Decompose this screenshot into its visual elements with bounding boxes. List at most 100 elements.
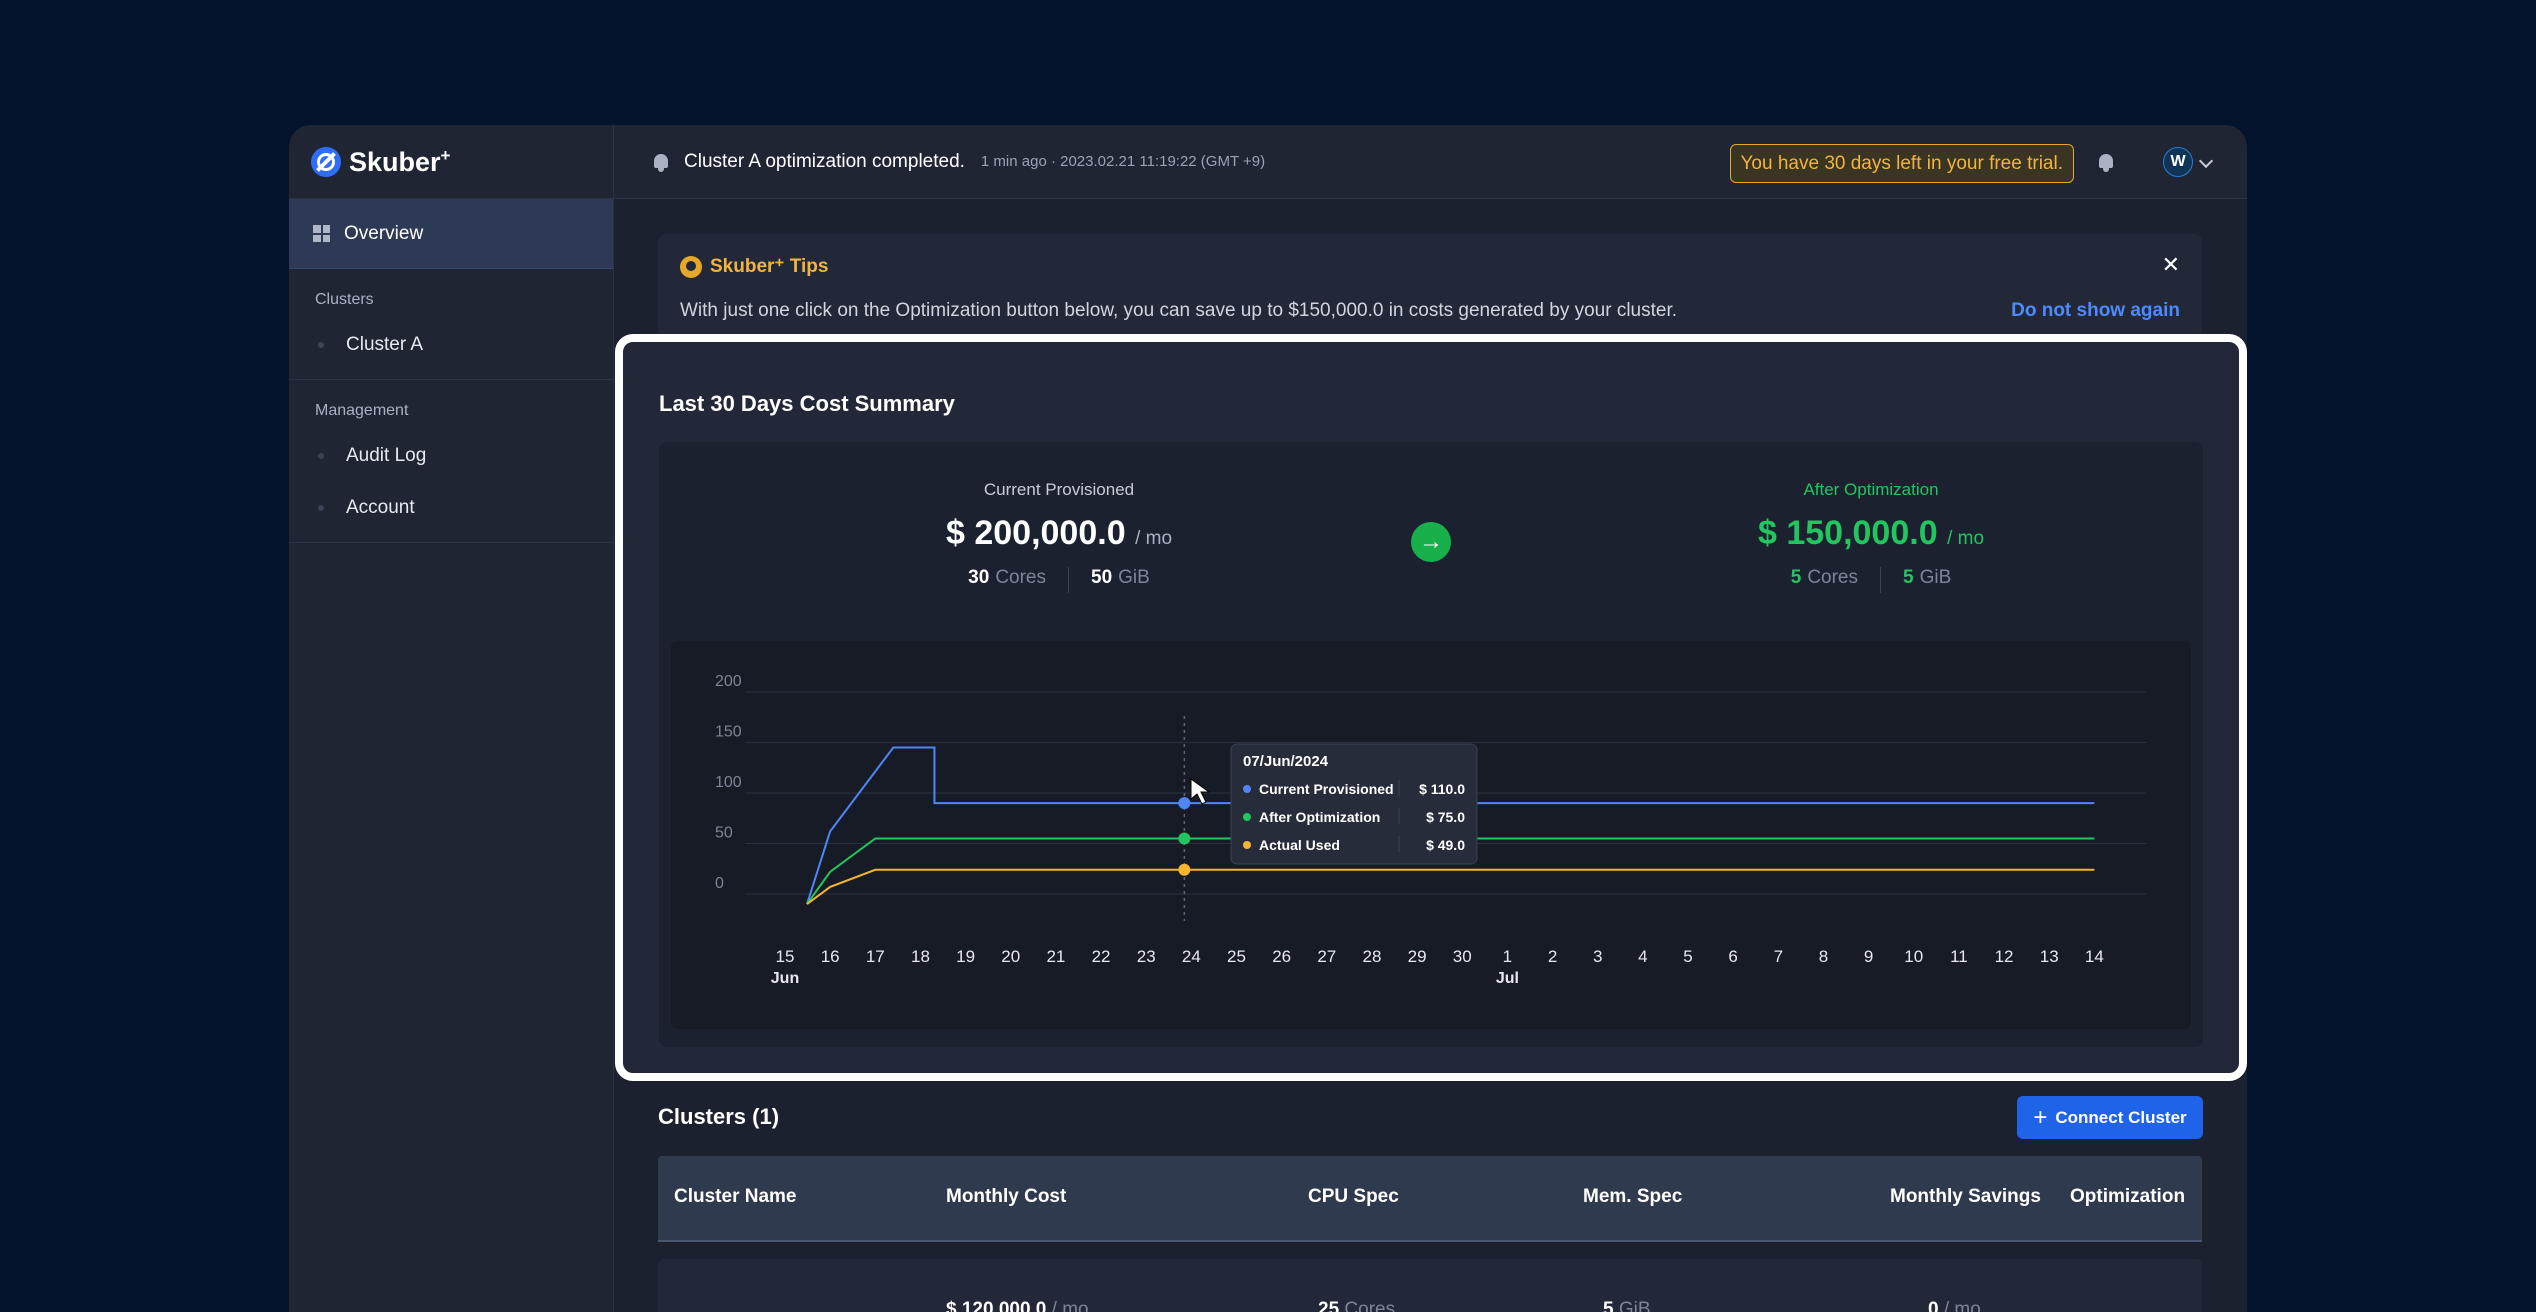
tooltip-legend-dot bbox=[1243, 841, 1251, 849]
x-tick-label: 9 bbox=[1864, 947, 1873, 966]
x-tick-label: 11 bbox=[1950, 947, 1968, 966]
column-header-monthly-cost[interactable]: Monthly Cost bbox=[946, 1186, 1066, 1208]
x-tick-label: 3 bbox=[1593, 947, 1602, 966]
avatar[interactable]: W bbox=[2163, 147, 2193, 177]
x-tick-label: 25 bbox=[1227, 947, 1246, 966]
main-content: Skuber⁺ Tips With just one click on the … bbox=[614, 199, 2247, 1312]
clusters-title: Clusters (1) bbox=[658, 1104, 780, 1129]
x-tick-label: 4 bbox=[1638, 947, 1647, 966]
logo-text: Skuber+ bbox=[349, 145, 451, 177]
sidebar-item-label: Audit Log bbox=[346, 445, 427, 466]
do-not-show-again-link[interactable]: Do not show again bbox=[2011, 300, 2180, 322]
tooltip-series-label: After Optimization bbox=[1259, 809, 1380, 825]
x-tick-label: 1 bbox=[1503, 947, 1512, 966]
tooltip-date: 07/Jun/2024 bbox=[1243, 753, 1329, 770]
sidebar-item-label: Overview bbox=[344, 222, 424, 244]
tooltip-series-label: Current Provisioned bbox=[1259, 781, 1394, 797]
x-tick-label: 26 bbox=[1272, 947, 1291, 966]
notification-time: 1 min ago · 2023.02.21 11:19:22 (GMT +9) bbox=[980, 153, 1266, 170]
x-month-label: Jul bbox=[1496, 970, 1519, 987]
bullet-icon bbox=[318, 505, 324, 511]
sidebar-item-audit-log[interactable]: Audit Log bbox=[289, 440, 613, 472]
notification-text: Cluster A optimization completed. bbox=[684, 150, 965, 172]
plus-icon: + bbox=[2033, 1103, 2048, 1131]
metric-label: After Optimization bbox=[1803, 480, 1939, 499]
sidebar-item-label: Account bbox=[346, 497, 415, 518]
sidebar-section-management: Management Audit Log Account bbox=[289, 380, 613, 543]
x-tick-label: 12 bbox=[1995, 947, 2014, 966]
tips-text: With just one click on the Optimization … bbox=[680, 300, 1678, 321]
tooltip-series-value: $ 75.0 bbox=[1426, 809, 1465, 825]
tooltip-series-value: $ 110.0 bbox=[1419, 781, 1465, 797]
connect-cluster-label: Connect Cluster bbox=[2055, 1107, 2187, 1127]
x-tick-label: 18 bbox=[911, 947, 930, 966]
metric-specs: 5 Cores 5 GiB bbox=[1701, 567, 2041, 593]
sidebar-item-overview[interactable]: Overview bbox=[289, 199, 613, 269]
sidebar-item-label: Cluster A bbox=[346, 334, 424, 355]
close-icon[interactable]: ✕ bbox=[2162, 252, 2180, 278]
cost-line-chart: 20015010050015 16 17 18 19 20 21 22 23 24 25 26 27 28… bbox=[715, 673, 2146, 987]
tips-title-text: Skuber⁺ Tips bbox=[710, 256, 829, 277]
series-line-actual-used bbox=[806, 868, 2095, 905]
column-header-monthly-savings[interactable]: Monthly Savings bbox=[1890, 1186, 2041, 1208]
y-tick-label: 200 bbox=[715, 673, 742, 690]
x-tick-label: 2 bbox=[1548, 947, 1557, 966]
x-month-label: Jun bbox=[771, 970, 799, 987]
column-header-mem-spec[interactable]: Mem. Spec bbox=[1583, 1186, 1682, 1208]
x-tick-label: 22 bbox=[1092, 947, 1111, 966]
bullet-icon bbox=[318, 453, 324, 459]
tooltip-legend-dot bbox=[1243, 813, 1251, 821]
y-tick-label: 50 bbox=[715, 825, 733, 842]
x-tick-label: 20 bbox=[1001, 947, 1020, 966]
x-tick-label: 29 bbox=[1408, 947, 1427, 966]
x-tick-label: 7 bbox=[1774, 947, 1783, 966]
column-header-cluster-name[interactable]: Cluster Name bbox=[674, 1186, 797, 1208]
x-tick-label: 21 bbox=[1046, 947, 1065, 966]
arrow-right-icon: → bbox=[1411, 522, 1451, 562]
x-tick-label: 6 bbox=[1728, 947, 1737, 966]
dashboard-icon bbox=[313, 225, 330, 242]
x-tick-label: 5 bbox=[1683, 947, 1692, 966]
sidebar-section-title: Management bbox=[315, 402, 409, 419]
sidebar-section-clusters: Clusters Cluster A bbox=[289, 269, 613, 380]
cpu-spec-cell: 25 Cores bbox=[1318, 1299, 1396, 1312]
cost-summary-title: Last 30 Days Cost Summary bbox=[659, 391, 955, 416]
column-header-cpu-spec[interactable]: CPU Spec bbox=[1308, 1186, 1399, 1208]
y-tick-label: 0 bbox=[715, 875, 724, 892]
sidebar-item-cluster-a[interactable]: Cluster A bbox=[289, 329, 613, 361]
x-tick-label: 15 bbox=[776, 947, 795, 966]
cost-summary-panel: Current Provisioned $ 200,000.0 / mo 30 C… bbox=[659, 442, 2203, 1047]
logo[interactable]: Skuber+ bbox=[289, 125, 613, 199]
skuber-logo-icon bbox=[311, 146, 341, 177]
column-header-optimization[interactable]: Optimization bbox=[2070, 1186, 2185, 1208]
hover-point bbox=[1178, 797, 1191, 810]
metric-specs: 30 Cores 50 GiB bbox=[889, 567, 1229, 593]
x-tick-label: 19 bbox=[956, 947, 975, 966]
current-provisioned-metric: Current Provisioned $ 200,000.0 / mo 30 C… bbox=[889, 480, 1229, 593]
tooltip-legend-dot bbox=[1243, 785, 1251, 793]
monthly-savings-cell: 0 / mo bbox=[1928, 1299, 1981, 1312]
lightbulb-icon bbox=[680, 255, 702, 278]
x-tick-label: 23 bbox=[1137, 947, 1156, 966]
mouse-cursor-icon bbox=[1190, 778, 1211, 805]
tips-banner: Skuber⁺ Tips With just one click on the … bbox=[658, 234, 2202, 339]
chevron-down-icon[interactable] bbox=[2198, 153, 2214, 169]
trial-badge[interactable]: You have 30 days left in your free trial… bbox=[1729, 144, 2074, 183]
mem-spec-cell: 5 GiB bbox=[1603, 1299, 1651, 1312]
tooltip-series-value: $ 49.0 bbox=[1426, 837, 1465, 853]
sidebar: Skuber+ Overview Clusters Cluster A Mana… bbox=[289, 125, 614, 1312]
app-window: Skuber+ Overview Clusters Cluster A Mana… bbox=[289, 125, 2247, 1312]
table-row[interactable]: $ 120,000.0 / mo 25 Cores 5 GiB 0 / mo bbox=[658, 1259, 2202, 1312]
bell-icon bbox=[652, 152, 670, 172]
x-tick-label: 8 bbox=[1819, 947, 1828, 966]
x-tick-label: 14 bbox=[2085, 947, 2104, 966]
monthly-cost-cell: $ 120,000.0 / mo bbox=[946, 1299, 1089, 1312]
tips-title: Skuber⁺ Tips bbox=[680, 255, 828, 278]
connect-cluster-button[interactable]: + Connect Cluster bbox=[2017, 1096, 2203, 1139]
sidebar-item-account[interactable]: Account bbox=[289, 492, 613, 524]
notifications-bell-icon[interactable] bbox=[2097, 152, 2115, 172]
x-tick-label: 28 bbox=[1362, 947, 1381, 966]
x-tick-label: 24 bbox=[1182, 947, 1201, 966]
y-tick-label: 150 bbox=[715, 724, 742, 741]
topbar: Cluster A optimization completed. 1 min … bbox=[614, 125, 2247, 199]
